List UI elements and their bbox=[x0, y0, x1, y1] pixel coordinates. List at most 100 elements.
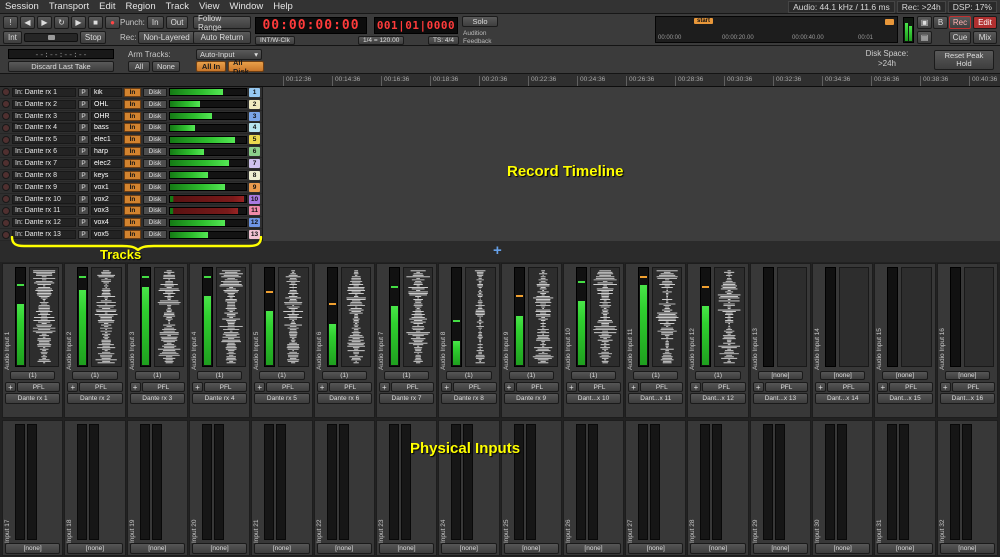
input-name-button[interactable]: [none] bbox=[628, 543, 683, 554]
track-name-label[interactable]: keys bbox=[91, 171, 122, 180]
menu-item[interactable]: Transport bbox=[44, 1, 94, 12]
input-name-button[interactable]: [none] bbox=[753, 543, 808, 554]
pfl-button[interactable]: PFL bbox=[578, 382, 621, 392]
connected-tracks-button[interactable]: [none] bbox=[820, 371, 865, 380]
pfl-button[interactable]: PFL bbox=[889, 382, 932, 392]
playlist-button[interactable]: P bbox=[78, 171, 89, 180]
connected-tracks-button[interactable]: [none] bbox=[758, 371, 803, 380]
track-name-label[interactable]: kik bbox=[91, 88, 122, 97]
menu-item[interactable]: Window bbox=[224, 1, 268, 12]
record-mode-button[interactable]: Non-Layered bbox=[138, 31, 194, 44]
input-name-button[interactable]: [none] bbox=[317, 543, 372, 554]
connected-tracks-button[interactable]: (1) bbox=[197, 371, 242, 380]
input-name-button[interactable]: Dant...x 13 bbox=[753, 393, 808, 404]
connected-tracks-button[interactable]: (1) bbox=[571, 371, 616, 380]
end-marker[interactable] bbox=[885, 19, 894, 25]
record-button[interactable]: ● bbox=[105, 16, 120, 29]
all-in-button[interactable]: All In bbox=[196, 61, 226, 72]
input-name-button[interactable]: [none] bbox=[815, 543, 870, 554]
add-track-button[interactable]: + bbox=[130, 382, 141, 392]
track-input-button[interactable]: In: Dante rx 5 bbox=[12, 135, 76, 144]
disk-monitor-button[interactable]: Disk bbox=[143, 195, 167, 204]
input-name-button[interactable]: [none] bbox=[441, 543, 496, 554]
input-name-button[interactable]: Dant...x 10 bbox=[566, 393, 621, 404]
time-signature-button[interactable]: TS: 4/4 bbox=[428, 36, 459, 45]
input-monitor-button[interactable]: In bbox=[124, 195, 141, 204]
input-monitor-button[interactable]: In bbox=[124, 183, 141, 192]
playlist-button[interactable]: P bbox=[78, 183, 89, 192]
track-input-button[interactable]: In: Dante rx 2 bbox=[12, 100, 76, 109]
playlist-button[interactable]: P bbox=[78, 206, 89, 215]
connected-tracks-button[interactable]: (1) bbox=[135, 371, 180, 380]
add-track-button[interactable]: + bbox=[5, 382, 16, 392]
track-name-label[interactable]: vox4 bbox=[91, 218, 122, 227]
input-monitor-button[interactable]: In bbox=[124, 123, 141, 132]
input-name-button[interactable]: [none] bbox=[192, 543, 247, 554]
pfl-button[interactable]: PFL bbox=[329, 382, 372, 392]
menu-item[interactable]: Edit bbox=[94, 1, 120, 12]
loop-button[interactable]: ↻ bbox=[54, 16, 69, 29]
timeline-ruler[interactable]: 00:12:3600:14:3600:16:3600:18:3600:20:36… bbox=[0, 74, 1000, 87]
input-name-button[interactable]: [none] bbox=[566, 543, 621, 554]
playlist-button[interactable]: P bbox=[78, 112, 89, 121]
connected-tracks-button[interactable]: (1) bbox=[259, 371, 304, 380]
add-track-button[interactable]: + bbox=[566, 382, 577, 392]
record-arm-button[interactable] bbox=[2, 159, 10, 167]
input-name-button[interactable]: [none] bbox=[690, 543, 745, 554]
discard-last-take-button[interactable]: Discard Last Take bbox=[8, 61, 114, 72]
connected-tracks-button[interactable]: (1) bbox=[446, 371, 491, 380]
track-input-button[interactable]: In: Dante rx 6 bbox=[12, 147, 76, 156]
track-name-label[interactable]: OHL bbox=[91, 100, 122, 109]
track-input-button[interactable]: In: Dante rx 7 bbox=[12, 159, 76, 168]
connected-tracks-button[interactable]: (1) bbox=[633, 371, 678, 380]
input-name-button[interactable]: Dante rx 6 bbox=[317, 393, 372, 404]
track-input-button[interactable]: In: Dante rx 12 bbox=[12, 218, 76, 227]
input-name-button[interactable]: Dant...x 15 bbox=[877, 393, 932, 404]
track-name-label[interactable]: elec1 bbox=[91, 135, 122, 144]
disk-monitor-button[interactable]: Disk bbox=[143, 112, 167, 121]
input-name-button[interactable]: Dante rx 4 bbox=[192, 393, 247, 404]
connected-tracks-button[interactable]: (1) bbox=[72, 371, 117, 380]
record-arm-button[interactable] bbox=[2, 231, 10, 239]
track-input-button[interactable]: In: Dante rx 11 bbox=[12, 206, 76, 215]
input-name-button[interactable]: [none] bbox=[254, 543, 309, 554]
goto-start-button[interactable]: ◀ bbox=[20, 16, 35, 29]
solo-button[interactable]: Solo bbox=[462, 16, 498, 27]
input-name-button[interactable]: [none] bbox=[379, 543, 434, 554]
track-input-button[interactable]: In: Dante rx 9 bbox=[12, 183, 76, 192]
add-track-button[interactable]: + bbox=[379, 382, 390, 392]
menu-item[interactable]: Session bbox=[0, 1, 44, 12]
shuttle-slider[interactable] bbox=[24, 33, 78, 42]
menu-item[interactable]: View bbox=[194, 1, 224, 12]
mix-page-tab[interactable]: Mix bbox=[973, 31, 997, 44]
input-name-button[interactable]: Dante rx 3 bbox=[130, 393, 185, 404]
playlist-button[interactable]: P bbox=[78, 159, 89, 168]
playlist-button[interactable]: P bbox=[78, 100, 89, 109]
sync-int-button[interactable]: Int bbox=[3, 31, 22, 44]
add-track-button[interactable]: + bbox=[877, 382, 888, 392]
connected-tracks-button[interactable]: (1) bbox=[322, 371, 367, 380]
input-name-button[interactable]: [none] bbox=[504, 543, 559, 554]
input-monitor-button[interactable]: In bbox=[124, 218, 141, 227]
input-name-button[interactable]: Dante rx 8 bbox=[441, 393, 496, 404]
stop-button[interactable]: ■ bbox=[88, 16, 103, 29]
start-marker[interactable]: start bbox=[694, 18, 713, 24]
connected-tracks-button[interactable]: (1) bbox=[384, 371, 429, 380]
input-name-button[interactable]: Dante rx 5 bbox=[254, 393, 309, 404]
record-arm-button[interactable] bbox=[2, 219, 10, 227]
rec-page-tab[interactable]: Rec bbox=[949, 16, 971, 29]
duplicate-icon[interactable]: ▣ bbox=[917, 16, 932, 29]
menu-item[interactable]: Track bbox=[161, 1, 194, 12]
playlist-button[interactable]: P bbox=[78, 195, 89, 204]
track-name-label[interactable]: OHR bbox=[91, 112, 122, 121]
add-track-button[interactable]: + bbox=[441, 382, 452, 392]
punch-out-button[interactable]: Out bbox=[166, 16, 189, 29]
disk-monitor-button[interactable]: Disk bbox=[143, 135, 167, 144]
track-input-button[interactable]: In: Dante rx 3 bbox=[12, 112, 76, 121]
input-monitor-button[interactable]: In bbox=[124, 135, 141, 144]
input-monitor-button[interactable]: In bbox=[124, 159, 141, 168]
input-name-button[interactable]: Dant...x 11 bbox=[628, 393, 683, 404]
record-arm-button[interactable] bbox=[2, 195, 10, 203]
connected-tracks-button[interactable]: [none] bbox=[882, 371, 927, 380]
record-timeline-canvas[interactable] bbox=[263, 87, 1000, 241]
